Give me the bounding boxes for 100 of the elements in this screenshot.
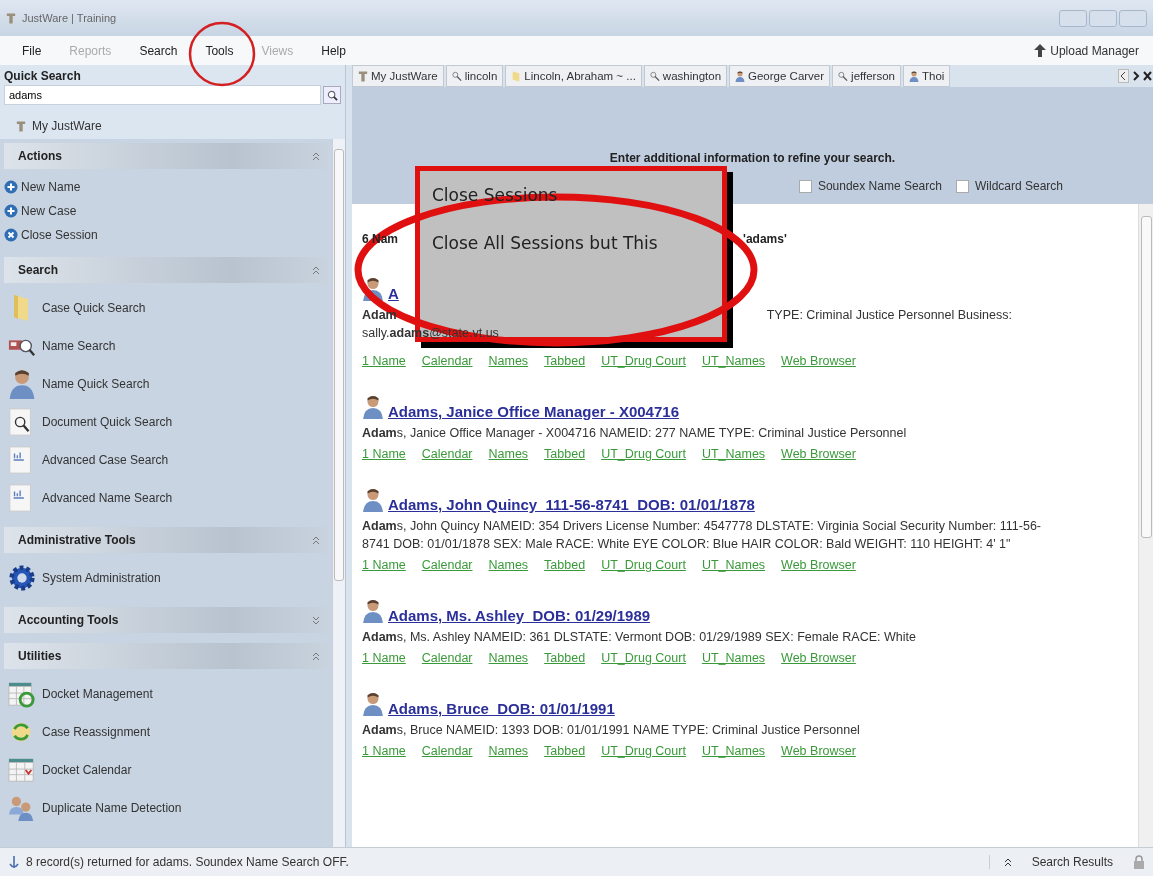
result-link[interactable]: UT_Names — [701, 558, 766, 572]
result-title-link[interactable]: Adams, Ms. Ashley DOB: 01/29/1989 — [388, 607, 651, 624]
result-link[interactable]: 1 Name — [362, 651, 406, 665]
result-link[interactable]: UT_Drug Court — [601, 558, 686, 572]
collapse-icon[interactable] — [1003, 857, 1012, 867]
section-header[interactable]: Utilities — [4, 643, 328, 669]
person-icon — [362, 691, 384, 717]
result-link[interactable]: 1 Name — [362, 558, 406, 572]
result-link[interactable]: Web Browser — [781, 447, 856, 461]
result-link[interactable]: 1 Name — [362, 744, 406, 758]
result-link[interactable]: Calendar — [421, 447, 473, 461]
section-header[interactable]: Administrative Tools — [4, 527, 328, 553]
result-link[interactable]: Web Browser — [781, 558, 856, 572]
result-link[interactable]: UT_Names — [701, 744, 766, 758]
sidebar-item[interactable]: Docket Calendar — [4, 751, 328, 789]
home-link[interactable]: My JustWare — [0, 105, 345, 139]
pillar-icon — [358, 69, 368, 83]
gear-icon — [8, 563, 36, 593]
result-link[interactable]: Names — [488, 354, 529, 368]
sidebar-item[interactable]: Case Quick Search — [4, 289, 328, 327]
sidebar-item[interactable]: Name Search — [4, 327, 328, 365]
result-title-link[interactable]: Adams, Janice Office Manager - X004716 — [388, 403, 679, 420]
result-link[interactable]: Calendar — [421, 744, 473, 758]
sidebar-item[interactable]: Duplicate Name Detection — [4, 789, 328, 827]
result-title-link[interactable]: Adams, John Quincy 111-56-8741 DOB: 01/01/1878 — [388, 496, 755, 513]
tab[interactable]: washington — [643, 65, 728, 87]
sidebar-item[interactable]: Document Quick Search — [4, 403, 328, 441]
result-link[interactable]: Web Browser — [781, 651, 856, 665]
refine-prompt: Enter additional information to refine your search. — [609, 151, 896, 165]
result-link[interactable]: 1 Name — [362, 447, 406, 461]
result-link[interactable]: UT_Drug Court — [601, 651, 686, 665]
result-link[interactable]: UT_Names — [701, 354, 766, 368]
tab[interactable]: Thoi — [903, 65, 951, 87]
result-link[interactable]: Tabbed — [544, 744, 586, 758]
tab[interactable]: My JustWare — [352, 65, 444, 87]
folder-icon — [511, 69, 522, 83]
result-title-link[interactable]: Adams, Bruce DOB: 01/01/1991 — [388, 700, 615, 717]
menu-item[interactable]: File — [8, 41, 56, 60]
quick-search-field[interactable]: adams — [4, 85, 321, 105]
plus-icon — [4, 204, 18, 218]
result-link[interactable]: Web Browser — [781, 744, 856, 758]
tab[interactable]: lincoln — [445, 65, 504, 87]
result-link[interactable]: UT_Drug Court — [601, 354, 686, 368]
tab[interactable]: jefferson — [832, 65, 901, 87]
result-link[interactable]: UT_Names — [701, 651, 766, 665]
result-description: Adams, Ms. Ashley NAMEID: 361 DLSTATE: Vermont DOB: 01/29/1989 SEX: Female RACE: White — [362, 630, 916, 644]
result-link[interactable]: Web Browser — [781, 354, 856, 368]
menu-item[interactable]: Search — [125, 41, 192, 60]
section-header[interactable]: Search — [4, 257, 328, 283]
sidebar-item[interactable]: New Name — [4, 175, 328, 199]
result-link[interactable]: Tabbed — [544, 354, 586, 368]
search-button[interactable] — [323, 86, 341, 104]
result-link[interactable]: UT_Drug Court — [601, 447, 686, 461]
sidebar-item[interactable]: Case Reassignment — [4, 713, 328, 751]
lock-icon — [1133, 855, 1145, 869]
result-link[interactable]: Tabbed — [544, 558, 586, 572]
scroll-left-icon[interactable] — [1118, 69, 1129, 83]
sidebar-item[interactable]: Advanced Name Search — [4, 479, 328, 517]
sidebar-item[interactable]: Name Quick Search — [4, 365, 328, 403]
result-link[interactable]: UT_Drug Court — [601, 744, 686, 758]
tab[interactable]: Lincoln, Abraham ~ ... — [505, 65, 642, 87]
person-icon — [362, 276, 384, 302]
sidebar-item[interactable]: System Administration — [4, 559, 328, 597]
menu-item[interactable]: Close All Sessions but This — [432, 233, 710, 253]
result-link[interactable]: 1 Name — [362, 354, 406, 368]
section-header[interactable]: Actions — [4, 143, 328, 169]
checkbox-option[interactable]: Soundex Name Search — [798, 179, 942, 193]
result-description: Adams, John Quincy NAMEID: 354 Drivers License Number: 4547778 DLSTATE: Virginia Social Security Number: 111-56-8741 DOB: 01/01/1878 SEX: Male RACE: White EYE COLOR: Blue HAIR COLOR: Bald WEIGHT: 110 HEIGHT: 4' 1" — [362, 519, 1041, 551]
result-link[interactable]: Tabbed — [544, 651, 586, 665]
sidebar-item[interactable]: New Case — [4, 199, 328, 223]
status-message: 8 record(s) returned for adams. Soundex Name Search OFF. — [26, 855, 349, 869]
tab[interactable]: George Carver — [729, 65, 831, 87]
sidebar-item[interactable]: Advanced Case Search — [4, 441, 328, 479]
result-link[interactable]: Names — [488, 558, 529, 572]
checkbox-option[interactable]: Wildcard Search — [955, 179, 1063, 193]
result-link[interactable]: Names — [488, 744, 529, 758]
menu-item[interactable]: Help — [307, 41, 360, 60]
person-icon — [735, 69, 746, 83]
result-link[interactable]: Names — [488, 651, 529, 665]
person-icon — [362, 598, 384, 624]
person-icon — [8, 369, 36, 399]
scrollbar[interactable] — [332, 139, 345, 847]
sidebar-item[interactable]: Docket Management — [4, 675, 328, 713]
sidebar-item[interactable]: Close Session — [4, 223, 328, 247]
result-link[interactable]: Calendar — [421, 651, 473, 665]
result-link[interactable]: Tabbed — [544, 447, 586, 461]
section-header[interactable]: Accounting Tools — [4, 607, 328, 633]
result-link[interactable]: Calendar — [421, 354, 473, 368]
search-icon — [838, 69, 849, 83]
scroll-right-icon[interactable] — [1130, 69, 1141, 83]
scrollbar[interactable] — [1138, 204, 1153, 847]
result-link[interactable]: Names — [488, 447, 529, 461]
close-icon[interactable] — [1142, 69, 1153, 83]
result-description: Adams, Bruce NAMEID: 1393 DOB: 01/01/1991 NAME TYPE: Criminal Justice Personnel — [362, 723, 860, 737]
result-description: TYPE: Criminal Justice Personnel Business: — [766, 307, 1012, 324]
upload-manager-button[interactable]: Upload Manager — [1028, 42, 1145, 59]
result-title-link[interactable]: A — [388, 285, 399, 302]
quick-search-label: Quick Search — [3, 68, 82, 83]
result-link[interactable]: UT_Names — [701, 447, 766, 461]
result-link[interactable]: Calendar — [421, 558, 473, 572]
